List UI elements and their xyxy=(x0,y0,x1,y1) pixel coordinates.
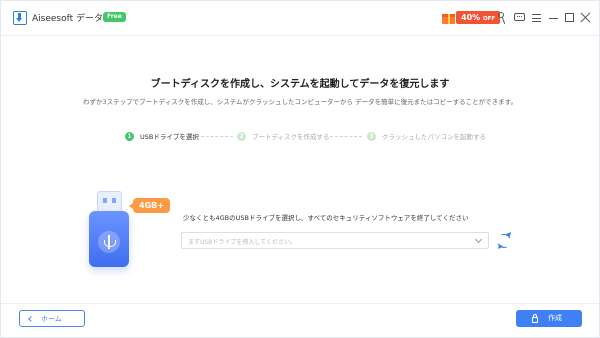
step-number: 2 xyxy=(237,131,246,141)
step-label: USBドライブを選択 xyxy=(140,133,199,141)
page-title: ブートディスクを作成し、システムを起動してデータを復元します xyxy=(150,79,450,90)
maximize-icon[interactable] xyxy=(564,12,576,24)
create-button-label: 作成 xyxy=(548,314,562,322)
discount-badge[interactable]: 40% OFF xyxy=(456,11,501,24)
step-number: 1 xyxy=(125,131,134,141)
chevron-left-icon xyxy=(28,316,34,322)
promo-offer[interactable]: 40% OFF xyxy=(442,11,501,24)
create-button[interactable]: 作成 xyxy=(516,310,582,327)
app-window: Aiseesoft データ復元 Free 40% OFF ブートディスクを作成し… xyxy=(0,0,600,338)
usb-connector xyxy=(97,191,122,213)
usb-drive-icon: 4GB+ xyxy=(89,187,170,275)
usb-body xyxy=(89,211,129,267)
step-select-usb: 1 USBドライブを選択 xyxy=(125,131,199,141)
title-divider xyxy=(1,35,599,36)
step-create-boot-disk: 2 ブートディスクを作成する xyxy=(237,131,330,141)
footer-divider xyxy=(1,303,599,304)
step-boot-crashed-pc: 3 クラッシュしたパソコンを起動する xyxy=(367,131,486,141)
step-number: 3 xyxy=(367,131,376,141)
lock-icon xyxy=(532,314,538,323)
app-logo-icon xyxy=(13,11,27,25)
gift-icon[interactable] xyxy=(442,12,455,24)
free-badge: Free xyxy=(103,12,126,22)
discount-value: 40% xyxy=(461,13,481,22)
step-label: ブートディスクを作成する xyxy=(252,133,330,141)
home-button-label: ホーム xyxy=(41,315,62,323)
usb-drive-select[interactable]: まずUSBドライブを挿入してください。 xyxy=(181,232,489,249)
chat-icon[interactable] xyxy=(514,12,526,24)
chevron-down-icon[interactable] xyxy=(474,235,483,244)
key-icon[interactable] xyxy=(498,12,510,25)
home-button[interactable]: ホーム xyxy=(19,310,85,327)
minimize-icon[interactable] xyxy=(548,12,560,24)
close-icon[interactable] xyxy=(580,12,592,24)
usb-symbol-icon xyxy=(98,231,120,253)
refresh-icon[interactable] xyxy=(495,232,513,250)
step-connector xyxy=(330,136,362,137)
usb-instruction: 少なくとも4GBのUSBドライブを選択し、すべてのセキュリティソフトウェアを終了… xyxy=(183,214,469,222)
step-connector xyxy=(201,136,233,137)
page-description: わずか3ステップでブートディスクを作成し、システムがクラッシュしたコンピューター… xyxy=(83,98,517,106)
title-bar: Aiseesoft データ復元 Free 40% OFF xyxy=(1,1,599,35)
usb-size-badge: 4GB+ xyxy=(129,198,170,213)
usb-drive-placeholder: まずUSBドライブを挿入してください。 xyxy=(188,239,296,246)
discount-off-label: OFF xyxy=(482,16,496,22)
menu-icon[interactable] xyxy=(531,12,543,24)
step-label: クラッシュしたパソコンを起動する xyxy=(382,133,486,141)
